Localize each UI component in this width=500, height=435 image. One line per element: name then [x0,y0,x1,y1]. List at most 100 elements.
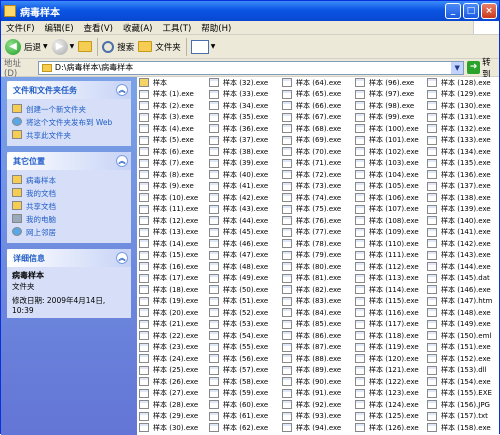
file-item[interactable]: 样本 (143).exe [427,250,492,262]
file-item[interactable]: 样本 (150).eml [427,330,492,342]
file-item[interactable]: 样本 (1).exe [139,89,198,101]
file-item[interactable]: 样本 (134).exe [427,146,492,158]
file-item[interactable]: 样本 (68).exe [282,123,341,135]
file-item[interactable]: 样本 (101).exe [355,135,419,147]
file-item[interactable]: 样本 (40).exe [209,169,268,181]
file-item[interactable]: 样本 (7).exe [139,158,198,170]
menu-edit[interactable]: 编辑(E) [40,22,79,34]
file-item[interactable]: 样本 (83).exe [282,296,341,308]
file-item[interactable]: 样本 (113).exe [355,273,419,285]
file-item[interactable]: 样本 (47).exe [209,250,268,262]
file-item[interactable]: 样本 (62).exe [209,422,268,434]
file-item[interactable]: 样本 (97).exe [355,89,419,101]
file-item[interactable]: 样本 (36).exe [209,123,268,135]
file-item[interactable]: 样本 (58).exe [209,376,268,388]
file-item[interactable]: 样本 (154).exe [427,376,492,388]
file-item[interactable]: 样本 (114).exe [355,284,419,296]
file-item[interactable]: 样本 (106).exe [355,192,419,204]
file-item[interactable]: 样本 (119).exe [355,342,419,354]
file-item[interactable]: 样本 (81).exe [282,273,341,285]
back-button[interactable]: ◀后退▼ [5,39,48,55]
places-header[interactable]: 其它位置︽ [7,152,131,170]
file-item[interactable]: 样本 (71).exe [282,158,341,170]
menu-file[interactable]: 文件(F) [1,22,40,34]
views-button[interactable]: ▼ [191,40,216,54]
maximize-button[interactable]: □ [463,3,479,19]
file-item[interactable]: 样本 (22).exe [139,330,198,342]
file-item[interactable]: 样本 (117).exe [355,319,419,331]
file-item[interactable]: 样本 (77).exe [282,227,341,239]
close-button[interactable]: × [481,3,497,19]
file-item[interactable]: 样本 (70).exe [282,146,341,158]
file-item[interactable]: 样本 (72).exe [282,169,341,181]
file-item[interactable]: 样本 (53).exe [209,319,268,331]
file-item[interactable]: 样本 (144).exe [427,261,492,273]
menu-view[interactable]: 查看(V) [79,22,118,34]
file-item[interactable]: 样本 (132).exe [427,123,492,135]
file-item[interactable]: 样本 (66).exe [282,100,341,112]
file-item[interactable]: 样本 (90).exe [282,376,341,388]
file-item[interactable]: 样本 (60).exe [209,399,268,411]
file-item[interactable]: 样本 (105).exe [355,181,419,193]
file-item[interactable]: 样本 (112).exe [355,261,419,273]
file-item[interactable]: 样本 (123).exe [355,388,419,400]
file-item[interactable]: 样本 (158).exe [427,422,492,434]
tasks-header[interactable]: 文件和文件夹任务︽ [7,81,131,99]
folders-button[interactable]: 文件夹 [138,41,181,53]
file-item[interactable]: 样本 (115).exe [355,296,419,308]
details-header[interactable]: 详细信息︽ [7,249,131,267]
chevron-down-icon[interactable]: ▼ [451,62,463,74]
file-item[interactable]: 样本 (41).exe [209,181,268,193]
file-item[interactable]: 样本 (65).exe [282,89,341,101]
file-item[interactable]: 样本 (67).exe [282,112,341,124]
file-item[interactable]: 样本 (69).exe [282,135,341,147]
file-item[interactable]: 样本 (45).exe [209,227,268,239]
place-network[interactable]: 网上邻居 [12,227,126,238]
file-item[interactable]: 样本 (3).exe [139,112,198,124]
file-item[interactable]: 样本 (10).exe [139,192,198,204]
file-item[interactable]: 样本 (130).exe [427,100,492,112]
file-item[interactable]: 样本 (86).exe [282,330,341,342]
file-item[interactable]: 样本 (137).exe [427,181,492,193]
file-item[interactable]: 样本 (59).exe [209,388,268,400]
file-item[interactable]: 样本 (28).exe [139,399,198,411]
file-item[interactable]: 样本 (49).exe [209,273,268,285]
file-item[interactable]: 样本 (37).exe [209,135,268,147]
file-item[interactable]: 样本 (116).exe [355,307,419,319]
address-input[interactable]: D:\病毒样本\病毒样本 ▼ [38,61,464,75]
task-publish-web[interactable]: 将这个文件夹发布到 Web [12,117,126,128]
chevron-up-icon[interactable]: ︽ [116,155,128,167]
file-item[interactable]: 样本 (61).exe [209,411,268,423]
file-item[interactable]: 样本 (111).exe [355,250,419,262]
file-item[interactable]: 样本 (98).exe [355,100,419,112]
file-item[interactable]: 样本 (91).exe [282,388,341,400]
file-item[interactable]: 样本 (38).exe [209,146,268,158]
place-my-computer[interactable]: 我的电脑 [12,214,126,225]
file-item[interactable]: 样本 (79).exe [282,250,341,262]
task-share-folder[interactable]: 共享此文件夹 [12,130,126,141]
file-item[interactable]: 样本 (136).exe [427,169,492,181]
file-item[interactable]: 样本 (4).exe [139,123,198,135]
file-item[interactable]: 样本 (110).exe [355,238,419,250]
file-item[interactable]: 样本 (33).exe [209,89,268,101]
file-item[interactable]: 样本 (138).exe [427,192,492,204]
file-item[interactable]: 样本 (151).exe [427,342,492,354]
file-item[interactable]: 样本 (34).exe [209,100,268,112]
file-item[interactable]: 样本 (108).exe [355,215,419,227]
file-item[interactable]: 样本 (19).exe [139,296,198,308]
file-item[interactable]: 样本 (35).exe [209,112,268,124]
file-item[interactable]: 样本 (26).exe [139,376,198,388]
file-item[interactable]: 样本 (56).exe [209,353,268,365]
file-item[interactable]: 样本 (142).exe [427,238,492,250]
file-item[interactable]: 样本 (102).exe [355,146,419,158]
file-item[interactable]: 样本 (17).exe [139,273,198,285]
file-item[interactable]: 样本 (128).exe [427,77,492,89]
file-item[interactable]: 样本 (14).exe [139,238,198,250]
file-item[interactable]: 样本 (118).exe [355,330,419,342]
file-item[interactable]: 样本 (146).exe [427,284,492,296]
file-item[interactable]: 样本 (75).exe [282,204,341,216]
file-item[interactable]: 样本 (120).exe [355,353,419,365]
file-item[interactable]: 样本 (153).dll [427,365,492,377]
go-button[interactable]: ➜转到 [467,56,499,80]
file-item[interactable]: 样本 (156).JPG [427,399,492,411]
